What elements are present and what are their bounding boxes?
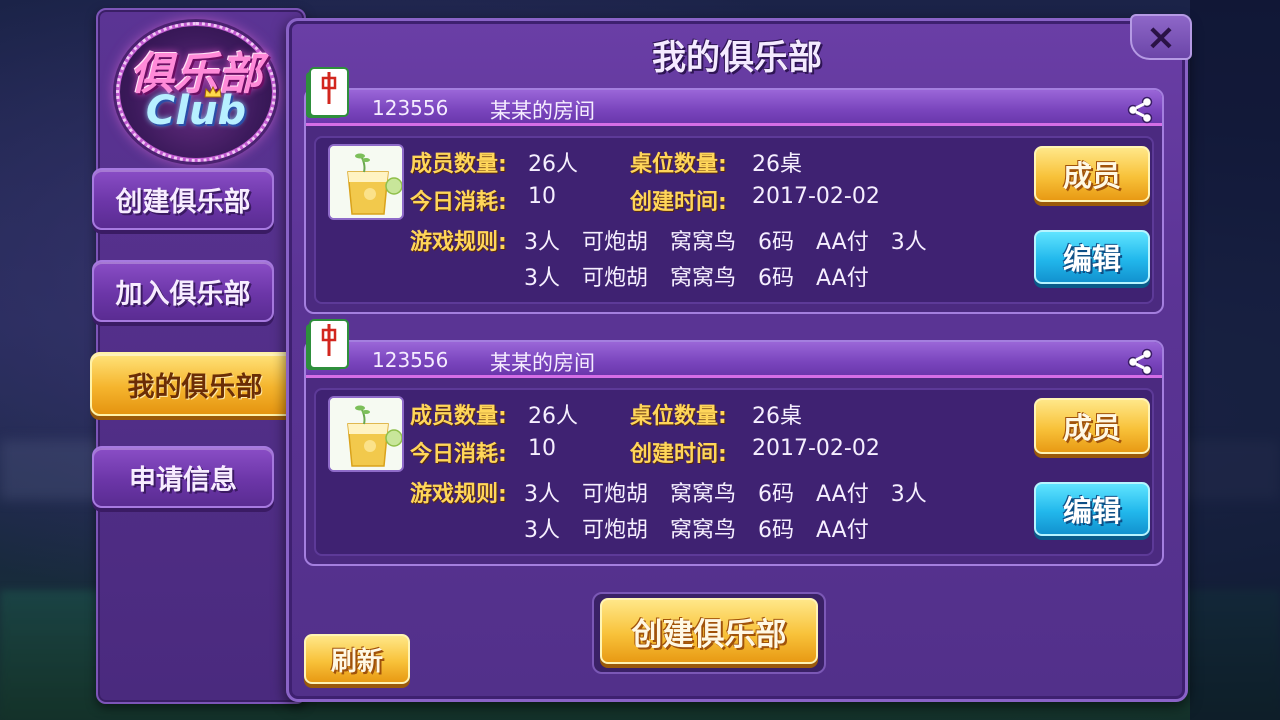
club-card: 123556 某某的房间 成员数量: 26人 桌位数量: 26桌 今日消耗: 1… [304, 88, 1164, 314]
sidebar-item-create-club[interactable]: 创建俱乐部 [92, 168, 274, 230]
mahjong-tile-icon [306, 319, 349, 370]
rules-line-2: 3人 可炮胡 窝窝鸟 6码 AA付 [524, 266, 869, 291]
members-label: 成员数量: [410, 404, 507, 429]
sidebar-item-apply-info[interactable]: 申请信息 [92, 446, 274, 508]
rules-line-2: 3人 可炮胡 窝窝鸟 6码 AA付 [524, 518, 869, 543]
rules-label: 游戏规则: [410, 230, 507, 255]
drink-thumbnail [328, 144, 404, 220]
tables-value: 26桌 [752, 404, 802, 429]
club-card-body: 成员数量: 26人 桌位数量: 26桌 今日消耗: 10 创建时间: 2017-… [314, 388, 1154, 556]
club-logo: 俱乐部 Club [116, 22, 276, 162]
edit-button[interactable]: 编辑 [1034, 482, 1150, 536]
edit-button[interactable]: 编辑 [1034, 230, 1150, 284]
consume-value: 10 [528, 436, 556, 461]
club-name: 某某的房间 [490, 351, 595, 375]
created-label: 创建时间: [630, 190, 727, 215]
club-id: 123556 [372, 96, 449, 120]
club-card-header: 123556 某某的房间 [306, 90, 1162, 126]
club-name: 某某的房间 [490, 99, 595, 123]
club-id: 123556 [372, 348, 449, 372]
tables-value: 26桌 [752, 152, 802, 177]
club-card-body: 成员数量: 26人 桌位数量: 26桌 今日消耗: 10 创建时间: 2017-… [314, 136, 1154, 304]
members-value: 26人 [528, 152, 578, 177]
created-label: 创建时间: [630, 442, 727, 467]
sidebar-item-my-club[interactable]: 我的俱乐部 [90, 352, 300, 416]
page-title: 我的俱乐部 [652, 38, 822, 78]
rules-label: 游戏规则: [410, 482, 507, 507]
share-icon[interactable] [1126, 348, 1154, 376]
refresh-button[interactable]: 刷新 [304, 634, 410, 684]
create-club-button[interactable]: 创建俱乐部 [600, 598, 818, 664]
consume-value: 10 [528, 184, 556, 209]
members-label: 成员数量: [410, 152, 507, 177]
club-card: 123556 某某的房间 成员数量: 26人 桌位数量: 26桌 今日消耗: 1… [304, 340, 1164, 566]
created-value: 2017-02-02 [752, 184, 880, 209]
consume-label: 今日消耗: [410, 190, 507, 215]
mahjong-tile-icon [306, 67, 349, 118]
club-card-header: 123556 某某的房间 [306, 342, 1162, 378]
close-button[interactable]: × [1130, 14, 1192, 60]
logo-title-en: Club [145, 88, 247, 134]
tables-label: 桌位数量: [630, 404, 727, 429]
created-value: 2017-02-02 [752, 436, 880, 461]
members-value: 26人 [528, 404, 578, 429]
rules-line-1: 3人 可炮胡 窝窝鸟 6码 AA付 3人 [524, 482, 927, 507]
tables-label: 桌位数量: [630, 152, 727, 177]
members-button[interactable]: 成员 [1034, 146, 1150, 202]
drink-thumbnail [328, 396, 404, 472]
share-icon[interactable] [1126, 96, 1154, 124]
rules-line-1: 3人 可炮胡 窝窝鸟 6码 AA付 3人 [524, 230, 927, 255]
members-button[interactable]: 成员 [1034, 398, 1150, 454]
consume-label: 今日消耗: [410, 442, 507, 467]
close-icon: × [1145, 16, 1177, 58]
sidebar-item-join-club[interactable]: 加入俱乐部 [92, 260, 274, 322]
